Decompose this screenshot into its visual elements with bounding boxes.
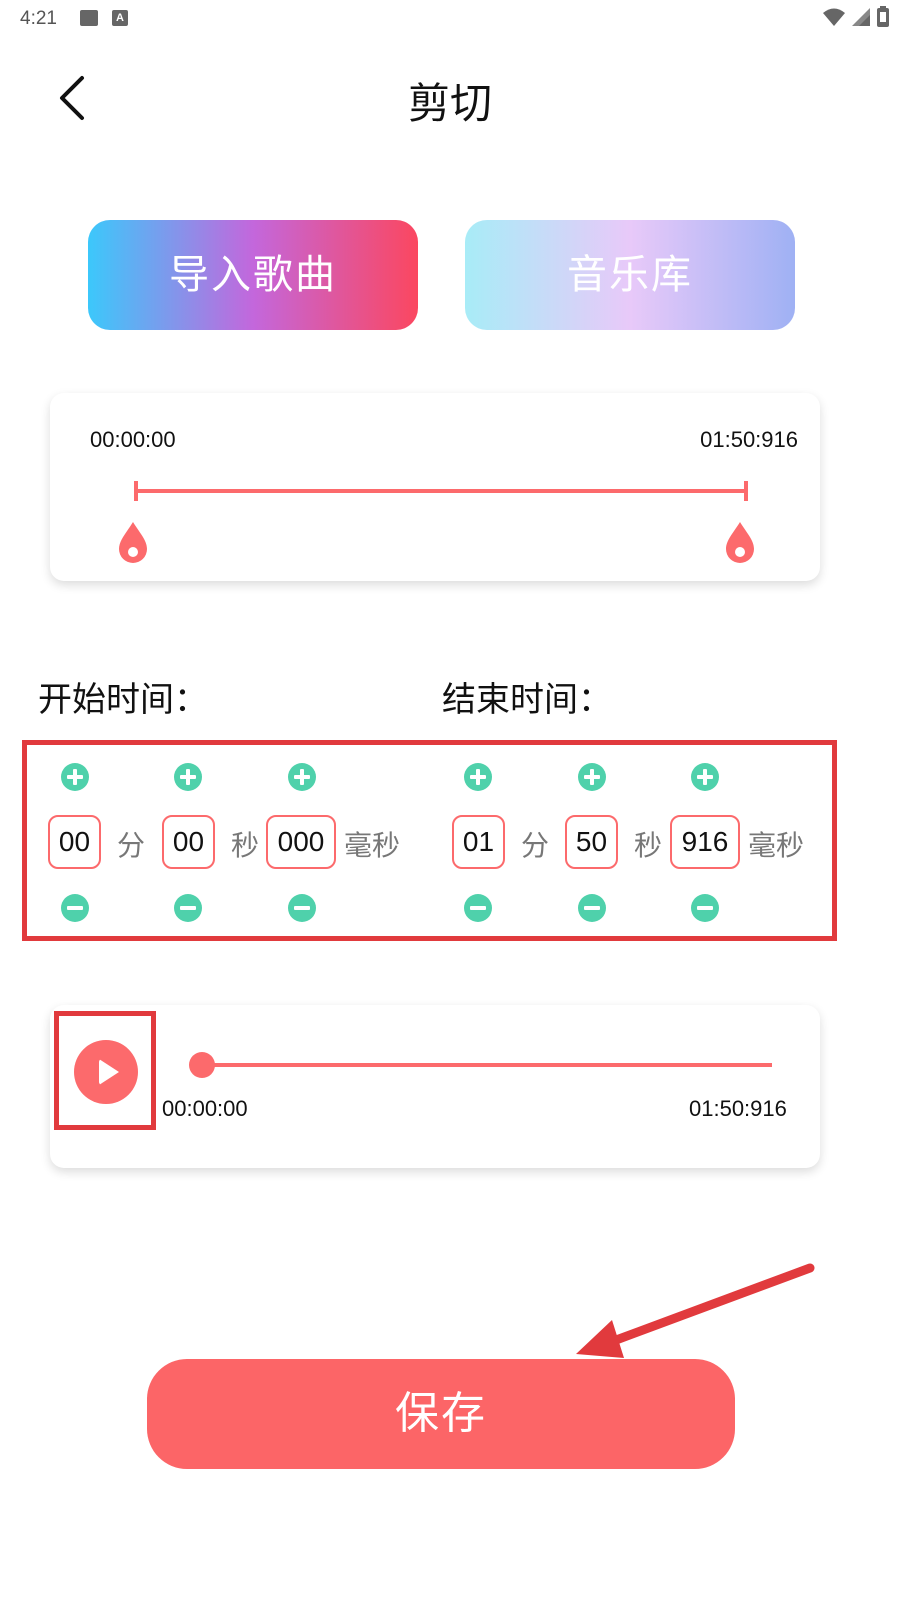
playback-knob[interactable]: [189, 1052, 215, 1078]
range-track-end-cap: [744, 481, 748, 501]
start-seconds-plus-icon[interactable]: [174, 763, 202, 791]
start-time-label: 开始时间：: [38, 680, 208, 720]
range-track-start-cap: [134, 481, 138, 501]
start-minutes-plus-icon[interactable]: [61, 763, 89, 791]
status-bar: 4:21 A: [0, 0, 900, 36]
signal-icon: [851, 8, 870, 26]
ms-unit: 毫秒: [748, 829, 805, 862]
save-button[interactable]: 保存: [147, 1359, 735, 1469]
a-icon: A: [112, 10, 128, 26]
range-end-time: 01:50:916: [700, 427, 798, 452]
ms-unit: 毫秒: [344, 829, 401, 862]
end-seconds-field[interactable]: 50: [565, 815, 618, 869]
start-seconds-minus-icon[interactable]: [174, 894, 202, 922]
import-song-button[interactable]: 导入歌曲: [88, 220, 418, 330]
start-seconds-field[interactable]: 00: [162, 815, 215, 869]
range-start-handle[interactable]: [116, 520, 150, 564]
player-card: [50, 1005, 820, 1168]
seconds-unit: 秒: [634, 829, 663, 862]
start-minutes-minus-icon[interactable]: [61, 894, 89, 922]
drop-handle-icon: [726, 522, 754, 563]
total-time: 01:50:916: [689, 1096, 787, 1121]
end-ms-field[interactable]: 916: [670, 815, 740, 869]
status-icons: [822, 6, 890, 30]
play-button[interactable]: [74, 1040, 138, 1104]
end-ms-plus-icon[interactable]: [691, 763, 719, 791]
range-card: 00:00:00 01:50:916: [50, 393, 820, 581]
end-ms-minus-icon[interactable]: [691, 894, 719, 922]
range-track[interactable]: [134, 489, 748, 493]
seconds-unit: 秒: [231, 829, 260, 862]
start-minutes-field[interactable]: 00: [48, 815, 101, 869]
current-time: 00:00:00: [162, 1096, 248, 1121]
end-time-label: 结束时间：: [442, 680, 612, 720]
minutes-unit: 分: [117, 829, 146, 862]
battery-icon: [877, 6, 889, 27]
image-icon: [80, 10, 98, 26]
end-seconds-minus-icon[interactable]: [578, 894, 606, 922]
start-ms-minus-icon[interactable]: [288, 894, 316, 922]
end-minutes-field[interactable]: 01: [452, 815, 505, 869]
drop-handle-icon: [119, 522, 147, 563]
playback-track[interactable]: [202, 1063, 772, 1067]
minutes-unit: 分: [521, 829, 550, 862]
wifi-icon: [822, 8, 845, 26]
start-ms-plus-icon[interactable]: [288, 763, 316, 791]
end-minutes-plus-icon[interactable]: [464, 763, 492, 791]
music-library-button[interactable]: 音乐库: [465, 220, 795, 330]
page-title: 剪切: [407, 79, 492, 128]
range-start-time: 00:00:00: [90, 427, 176, 452]
status-time: 4:21: [20, 8, 57, 29]
end-minutes-minus-icon[interactable]: [464, 894, 492, 922]
start-ms-field[interactable]: 000: [266, 815, 336, 869]
end-seconds-plus-icon[interactable]: [578, 763, 606, 791]
range-end-handle[interactable]: [723, 520, 757, 564]
annotation-arrow-icon: [576, 1263, 815, 1358]
